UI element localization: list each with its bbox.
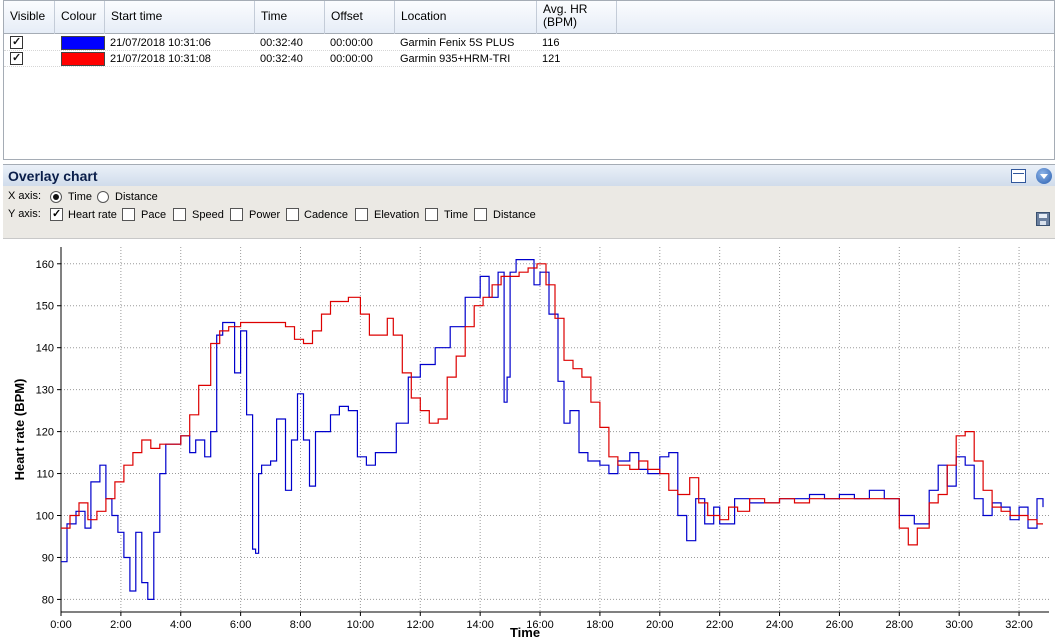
- offset-cell[interactable]: 00:00:00: [330, 53, 373, 66]
- y-speed-checkbox[interactable]: [173, 208, 186, 221]
- time-cell: 00:32:40: [260, 53, 303, 65]
- overlay-chart-header: Overlay chart: [3, 164, 1055, 186]
- heart-rate-chart: 80 90 100 110 120 130 140 150 160 0:00 2:00 4:00 6:0…: [12, 247, 1049, 640]
- x-tick-label: 30:00: [945, 619, 973, 631]
- x-tick-label: 6:00: [230, 619, 251, 631]
- x-tick-label: 14:00: [466, 619, 494, 631]
- visible-checkbox[interactable]: [10, 35, 23, 49]
- x-tick-label: 20:00: [646, 619, 674, 631]
- y-time-checkbox[interactable]: [425, 208, 438, 221]
- avg-hr-cell: 121: [542, 53, 561, 65]
- col-header-time[interactable]: Time: [255, 1, 325, 34]
- y-tick-label: 140: [36, 343, 54, 355]
- col-header-avg-hr-line2: (BPM): [543, 15, 577, 29]
- y-elevation-label[interactable]: Elevation: [374, 209, 419, 222]
- x-axis-time-radio[interactable]: [50, 191, 62, 203]
- y-distance-label[interactable]: Distance: [493, 209, 536, 222]
- x-axis-distance-label[interactable]: Distance: [115, 191, 158, 204]
- y-heart-rate-label[interactable]: Heart rate: [68, 209, 117, 222]
- y-axis-label: Y axis:: [8, 208, 41, 220]
- start-time-cell: 21/07/2018 10:31:06: [110, 37, 211, 49]
- y-tick-label: 160: [36, 259, 54, 271]
- x-tick-label: 18:00: [586, 619, 614, 631]
- y-cadence-checkbox[interactable]: [286, 208, 299, 221]
- chevron-down-icon[interactable]: [1036, 168, 1052, 184]
- visible-checkbox[interactable]: [10, 51, 23, 65]
- y-elevation-checkbox[interactable]: [355, 208, 368, 221]
- y-cadence-label[interactable]: Cadence: [304, 209, 348, 222]
- x-tick-label: 12:00: [407, 619, 435, 631]
- time-cell: 00:32:40: [260, 37, 303, 49]
- avg-hr-cell: 116: [542, 37, 560, 49]
- save-icon[interactable]: [1036, 212, 1050, 226]
- y-time-label[interactable]: Time: [444, 209, 468, 222]
- x-tick-label: 4:00: [170, 619, 191, 631]
- x-axis-distance-radio[interactable]: [97, 191, 109, 203]
- col-header-avg-hr[interactable]: Avg. HR (BPM): [537, 1, 617, 34]
- panel-title: Overlay chart: [8, 168, 98, 184]
- y-tick-label: 90: [42, 552, 54, 564]
- x-tick-label: 24:00: [766, 619, 794, 631]
- overlay-chart-area: 80 90 100 110 120 130 140 150 160 0:00 2:00 4:00 6:0…: [3, 238, 1055, 640]
- chart-options: X axis: Time Distance Y axis: Heart rate…: [3, 186, 1055, 238]
- grid-header: Visible Colour Start time Time Offset Lo…: [4, 1, 1054, 34]
- start-time-cell: 21/07/2018 10:31:08: [110, 53, 211, 65]
- colour-swatch[interactable]: [61, 36, 105, 50]
- col-header-offset[interactable]: Offset: [325, 1, 395, 34]
- y-tick-label: 120: [36, 427, 54, 439]
- x-tick-label: 28:00: [886, 619, 914, 631]
- colour-swatch[interactable]: [61, 52, 105, 66]
- x-tick-label: 10:00: [347, 619, 375, 631]
- col-header-location[interactable]: Location: [395, 1, 537, 34]
- y-tick-label: 110: [36, 469, 54, 481]
- y-axis-title: Heart rate (BPM): [12, 379, 27, 481]
- y-pace-label[interactable]: Pace: [141, 209, 166, 222]
- x-tick-label: 22:00: [706, 619, 734, 631]
- table-row[interactable]: 21/07/2018 10:31:06 00:32:40 00:00:00 Ga…: [4, 35, 1054, 51]
- table-row[interactable]: 21/07/2018 10:31:08 00:32:40 00:00:00 Ga…: [4, 51, 1054, 67]
- y-heart-rate-checkbox[interactable]: [50, 207, 63, 221]
- x-tick-label: 0:00: [50, 619, 71, 631]
- col-header-visible[interactable]: Visible: [4, 1, 55, 34]
- x-axis-time-label[interactable]: Time: [68, 191, 92, 204]
- location-cell: Garmin Fenix 5S PLUS: [400, 37, 515, 49]
- y-power-checkbox[interactable]: [230, 208, 243, 221]
- activity-grid: Visible Colour Start time Time Offset Lo…: [3, 0, 1055, 160]
- x-axis-label: X axis:: [8, 190, 42, 202]
- y-tick-label: 80: [42, 594, 54, 606]
- y-power-label[interactable]: Power: [249, 209, 280, 222]
- col-header-start-time[interactable]: Start time: [105, 1, 255, 34]
- y-pace-checkbox[interactable]: [122, 208, 135, 221]
- x-axis-title: Time: [510, 625, 540, 640]
- x-tick-label: 2:00: [110, 619, 131, 631]
- y-tick-label: 130: [36, 385, 54, 397]
- offset-cell[interactable]: 00:00:00: [330, 37, 373, 50]
- y-tick-label: 100: [36, 511, 54, 523]
- y-speed-label[interactable]: Speed: [192, 209, 224, 222]
- col-header-colour[interactable]: Colour: [55, 1, 105, 34]
- y-tick-label: 150: [36, 301, 54, 313]
- x-tick-label: 8:00: [290, 619, 311, 631]
- x-tick-label: 26:00: [826, 619, 854, 631]
- x-tick-label: 32:00: [1005, 619, 1033, 631]
- location-cell: Garmin 935+HRM-TRI: [400, 53, 511, 65]
- y-distance-checkbox[interactable]: [474, 208, 487, 221]
- window-layout-icon[interactable]: [1011, 169, 1026, 183]
